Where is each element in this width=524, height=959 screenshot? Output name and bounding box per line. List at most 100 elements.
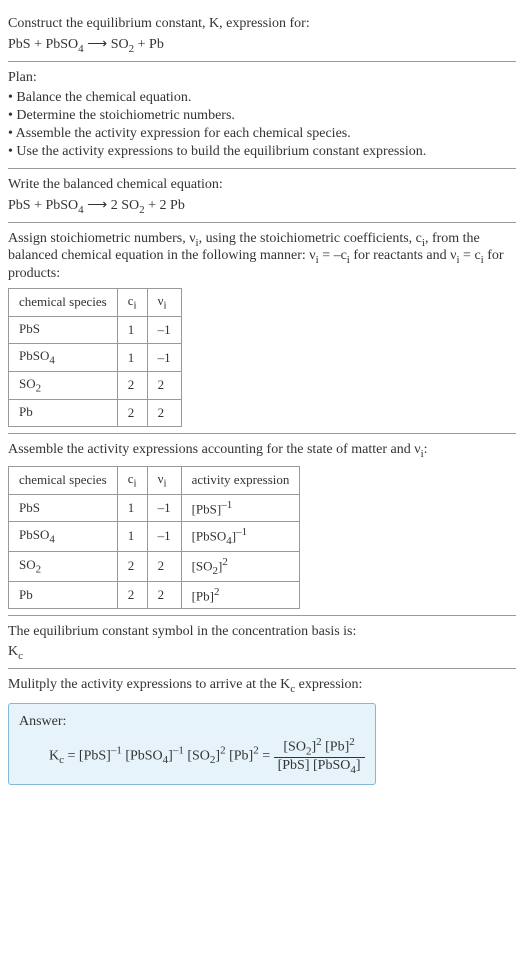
cell-c: 2 — [117, 371, 147, 399]
eq-part: PbS + PbSO — [8, 37, 78, 52]
sup: –1 — [236, 526, 247, 538]
sub: i — [134, 478, 137, 490]
cell-species: SO2 — [9, 551, 118, 581]
table-row: Pb 2 2 — [9, 399, 182, 427]
cell-expr: [PbSO4]–1 — [181, 521, 300, 551]
cell-c: 2 — [117, 399, 147, 427]
cell-expr: [SO2]2 — [181, 551, 300, 581]
symbol-section: The equilibrium constant symbol in the c… — [8, 616, 516, 669]
sp: PbS — [19, 321, 40, 336]
kc-symbol: Kc — [8, 644, 516, 662]
denominator: [PbS] [PbSO4] — [274, 758, 365, 776]
txt: Mulitply the activity expressions to arr… — [8, 677, 290, 692]
expr: [Pb] — [322, 739, 350, 754]
col-ci: ci — [117, 289, 147, 317]
cell-species: PbSO4 — [9, 521, 118, 551]
txt: , using the stoichiometric coefficients,… — [199, 231, 422, 246]
assemble-section: Assemble the activity expressions accoun… — [8, 434, 516, 616]
fraction: [SO2]2 [Pb]2[PbS] [PbSO4] — [274, 736, 365, 776]
sub: 2 — [36, 564, 42, 576]
eq-arrow: ⟶ — [84, 37, 111, 52]
cell-species: Pb — [9, 399, 118, 427]
expr: [Pb] — [192, 588, 214, 603]
intro-line1: Construct the equilibrium constant, K, e… — [8, 16, 310, 31]
expr: [PbS] [PbSO — [278, 758, 351, 773]
eq-arrow: ⟶ — [84, 198, 111, 213]
answer-label: Answer: — [19, 714, 365, 730]
eq: = — [259, 748, 274, 763]
intro-equation: PbS + PbSO4 ⟶ SO2 + Pb — [8, 36, 516, 55]
sub: i — [163, 300, 166, 312]
cell-v: –1 — [147, 494, 181, 521]
expr: [PbSO — [122, 748, 163, 763]
plan-list: • Balance the chemical equation. • Deter… — [8, 90, 516, 160]
plan-item: • Determine the stoichiometric numbers. — [8, 108, 516, 124]
col-expr: activity expression — [181, 466, 300, 494]
cell-species: PbS — [9, 494, 118, 521]
sp: SO — [19, 376, 36, 391]
plan-item: • Assemble the activity expression for e… — [8, 126, 516, 142]
balanced-equation: PbS + PbSO4 ⟶ 2 SO2 + 2 Pb — [8, 197, 516, 216]
cell-species: PbSO4 — [9, 344, 118, 372]
cell-expr: [Pb]2 — [181, 581, 300, 608]
sp: PbSO — [19, 348, 49, 363]
kc-sub: c — [18, 650, 23, 662]
sup: 2 — [214, 586, 220, 598]
table-row: SO2 2 2 — [9, 371, 182, 399]
cell-v: 2 — [147, 399, 181, 427]
cell-v: –1 — [147, 521, 181, 551]
cell-v: 2 — [147, 551, 181, 581]
txt: for reactants and ν — [350, 248, 457, 263]
cell-v: –1 — [147, 316, 181, 344]
sup: 2 — [222, 556, 228, 568]
table-row: Pb 2 2 [Pb]2 — [9, 581, 300, 608]
eq: = [PbS] — [64, 748, 111, 763]
symbol-line: The equilibrium constant symbol in the c… — [8, 624, 516, 640]
expr: [Pb] — [226, 748, 254, 763]
txt: expression: — [295, 677, 362, 692]
plan-item: • Balance the chemical equation. — [8, 90, 516, 106]
table-row: PbSO4 1 –1 — [9, 344, 182, 372]
kc-a: K — [8, 644, 18, 659]
multiply-text: Mulitply the activity expressions to arr… — [8, 677, 516, 695]
result-section: Mulitply the activity expressions to arr… — [8, 669, 516, 791]
sp: Pb — [19, 587, 33, 602]
activity-table: chemical species ci νi activity expressi… — [8, 466, 300, 609]
cell-v: 2 — [147, 581, 181, 608]
cell-c: 1 — [117, 521, 147, 551]
col-ci: ci — [117, 466, 147, 494]
sub: i — [163, 478, 166, 490]
balanced-title: Write the balanced chemical equation: — [8, 177, 516, 193]
col-species: chemical species — [9, 466, 118, 494]
plan-title: Plan: — [8, 70, 516, 86]
kc-a: K — [49, 748, 59, 763]
expr: [PbSO — [192, 528, 227, 543]
txt: Assign stoichiometric numbers, ν — [8, 231, 196, 246]
txt: : — [424, 442, 428, 457]
cell-species: PbS — [9, 316, 118, 344]
cell-c: 1 — [117, 344, 147, 372]
sp: PbS — [19, 500, 40, 515]
cell-c: 2 — [117, 581, 147, 608]
cell-expr: [PbS]–1 — [181, 494, 300, 521]
txt: = –c — [319, 248, 347, 263]
cell-species: SO2 — [9, 371, 118, 399]
eq-part: + 2 Pb — [145, 198, 185, 213]
sup: –1 — [111, 744, 122, 756]
sub: 4 — [49, 355, 55, 367]
expr: [SO — [184, 748, 210, 763]
sub: 2 — [36, 383, 42, 395]
answer-equation: Kc = [PbS]–1 [PbSO4]–1 [SO2]2 [Pb]2 = [S… — [19, 736, 365, 776]
cell-species: Pb — [9, 581, 118, 608]
assign-section: Assign stoichiometric numbers, ν i , using… — [8, 223, 516, 435]
col-vi: νi — [147, 289, 181, 317]
txt: = c — [460, 248, 481, 263]
expr: [SO — [283, 739, 306, 754]
sup: –1 — [221, 499, 232, 511]
table-row: PbSO4 1 –1 [PbSO4]–1 — [9, 521, 300, 551]
cell-c: 1 — [117, 316, 147, 344]
sp: PbSO — [19, 527, 49, 542]
stoich-table: chemical species ci νi PbS 1 –1 PbSO4 1 … — [8, 288, 182, 427]
table-row: SO2 2 2 [SO2]2 — [9, 551, 300, 581]
sup: –1 — [173, 744, 184, 756]
